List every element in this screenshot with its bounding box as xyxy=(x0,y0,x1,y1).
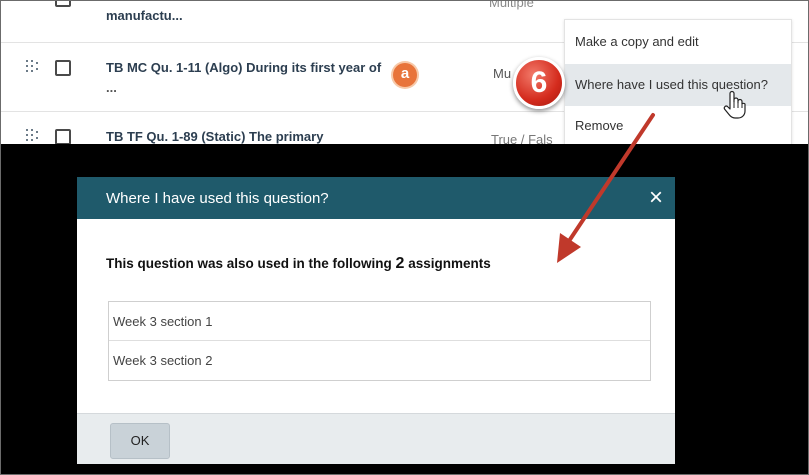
question-context-menu: Make a copy and edit Where have I used t… xyxy=(564,19,792,146)
row-checkbox[interactable] xyxy=(55,129,71,145)
assignment-list: Week 3 section 1 Week 3 section 2 xyxy=(108,301,651,381)
question-type: Mu xyxy=(493,66,512,81)
menu-item-make-copy[interactable]: Make a copy and edit xyxy=(565,22,791,62)
drag-handle-icon[interactable] xyxy=(26,60,38,74)
algorithmic-badge-icon: a xyxy=(393,63,417,87)
usage-message-suffix: assignments xyxy=(408,256,491,271)
dialog-footer: OK xyxy=(77,413,675,464)
row-checkbox[interactable] xyxy=(55,1,71,7)
usage-message: This question was also used in the follo… xyxy=(106,255,491,273)
ok-button[interactable]: OK xyxy=(110,423,170,459)
menu-item-where-used[interactable]: Where have I used this question? xyxy=(565,64,791,106)
list-item: Week 3 section 2 xyxy=(113,353,213,368)
question-title[interactable]: TB MC Qu. 1-11 (Algo) During its first y… xyxy=(106,59,381,77)
close-icon[interactable]: × xyxy=(645,185,667,211)
row-checkbox[interactable] xyxy=(55,60,71,76)
question-type: Multiple xyxy=(489,0,534,10)
assignment-count: 2 xyxy=(395,255,405,272)
drag-handle-icon[interactable] xyxy=(26,1,38,7)
question-title[interactable]: manufactu... xyxy=(106,7,183,25)
screenshot-frame: manufactu... Multiple TB MC Qu. 1-11 (Al… xyxy=(0,0,809,475)
step-number-badge: 6 xyxy=(513,57,565,109)
list-item: Week 3 section 1 xyxy=(109,302,650,341)
where-used-dialog: Where I have used this question? × This … xyxy=(77,177,675,464)
dialog-title: Where I have used this question? xyxy=(106,190,329,207)
usage-message-prefix: This question was also used in the follo… xyxy=(106,256,392,271)
dialog-header: Where I have used this question? × xyxy=(77,177,675,219)
drag-handle-icon[interactable] xyxy=(26,129,38,143)
menu-item-remove[interactable]: Remove xyxy=(565,106,791,146)
question-title-continuation: ... xyxy=(106,80,117,95)
hand-pointer-icon xyxy=(723,90,746,119)
